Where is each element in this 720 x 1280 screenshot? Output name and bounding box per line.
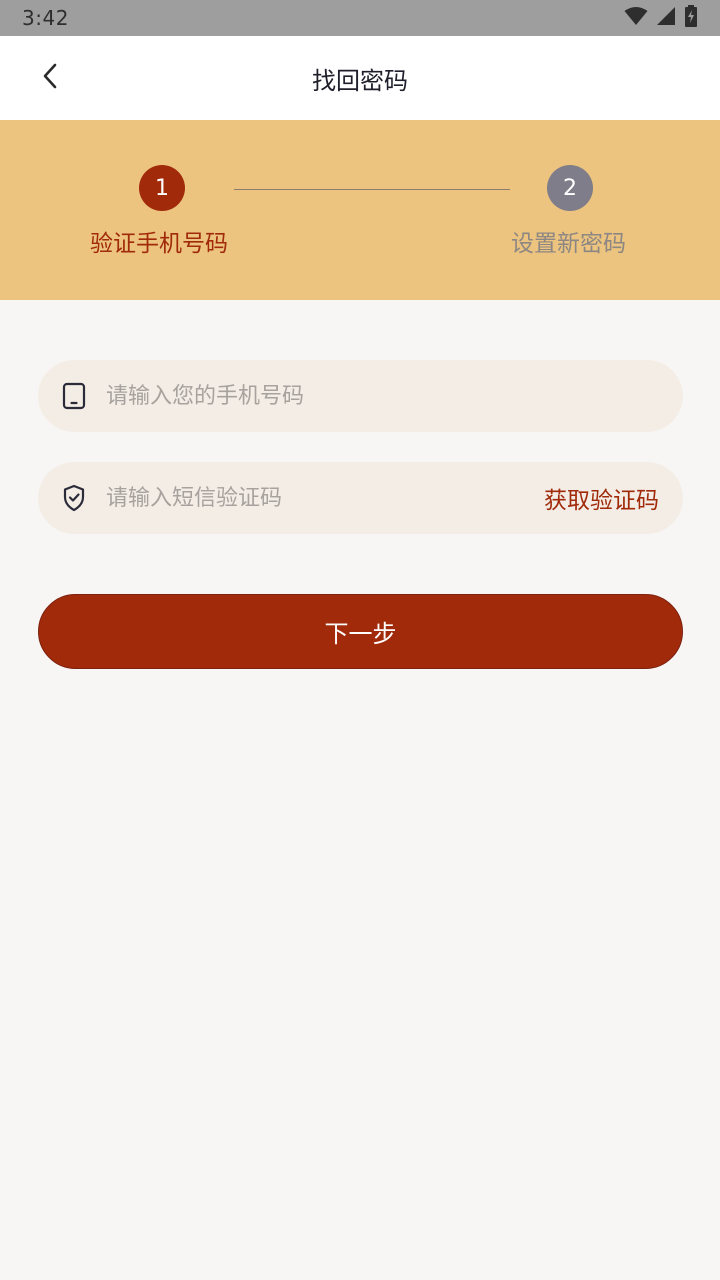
status-icons bbox=[624, 5, 698, 31]
sms-code-field[interactable]: 获取验证码 bbox=[38, 462, 683, 534]
phone-icon bbox=[60, 382, 88, 410]
step-2-indicator: 2 bbox=[547, 165, 593, 211]
step-1-indicator: 1 bbox=[139, 165, 185, 211]
chevron-left-icon bbox=[40, 63, 60, 93]
wifi-icon bbox=[624, 6, 648, 30]
status-time: 3:42 bbox=[22, 6, 69, 30]
status-bar: 3:42 bbox=[0, 0, 720, 36]
phone-field[interactable] bbox=[38, 360, 683, 432]
nav-bar: 找回密码 bbox=[0, 36, 720, 120]
page-title: 找回密码 bbox=[312, 66, 408, 95]
next-step-button[interactable]: 下一步 bbox=[38, 594, 683, 669]
phone-input[interactable] bbox=[104, 376, 661, 416]
get-code-button[interactable]: 获取验证码 bbox=[544, 481, 659, 515]
step-2-label: 设置新密码 bbox=[511, 231, 626, 257]
sms-code-input[interactable] bbox=[104, 478, 544, 518]
back-button[interactable] bbox=[30, 58, 70, 98]
steps-banner: 1 2 验证手机号码 设置新密码 bbox=[0, 120, 720, 300]
battery-charging-icon bbox=[684, 5, 698, 31]
step-connector-line bbox=[234, 189, 510, 190]
step-1-label: 验证手机号码 bbox=[90, 231, 228, 257]
cellular-signal-icon bbox=[656, 6, 676, 30]
shield-check-icon bbox=[60, 484, 88, 512]
